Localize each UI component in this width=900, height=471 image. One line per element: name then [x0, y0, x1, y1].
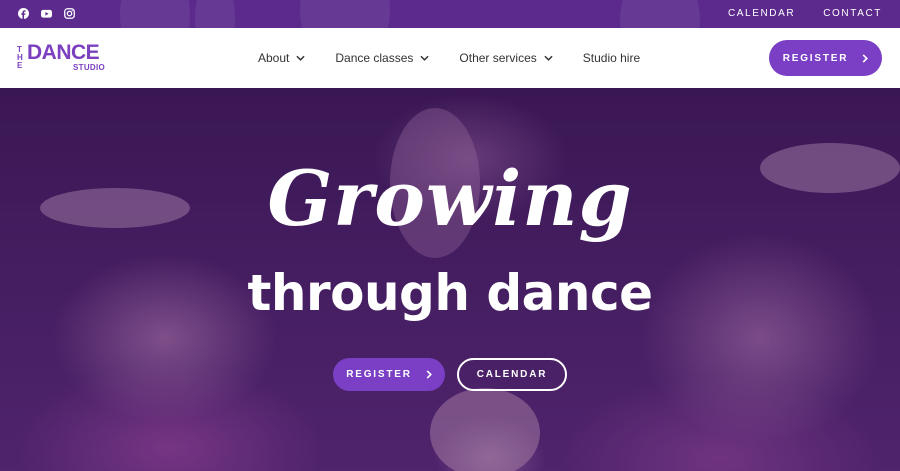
logo-the: THE [17, 45, 23, 70]
top-link-calendar[interactable]: CALENDAR [728, 8, 795, 19]
top-utility-bar: CALENDAR CONTACT [0, 0, 900, 28]
chevron-right-icon [426, 370, 432, 379]
nav-item-label: Studio hire [582, 51, 641, 65]
logo-studio: STUDIO [73, 63, 106, 72]
decorative-swoosh [120, 0, 190, 28]
dance-studio-logo[interactable]: THE DANCE STUDIO [17, 42, 109, 74]
main-navbar: THE DANCE STUDIO About Dance classes Oth… [0, 28, 900, 88]
facebook-icon[interactable] [18, 8, 29, 19]
social-links [18, 8, 75, 19]
hero-calendar-label: CALENDAR [476, 369, 548, 380]
register-button-label: REGISTER [782, 52, 849, 64]
chevron-down-icon [420, 55, 430, 61]
youtube-icon[interactable] [41, 8, 52, 19]
nav-item-dance-classes[interactable]: Dance classes [335, 51, 430, 65]
chevron-right-icon [862, 53, 869, 63]
nav-item-label: Dance classes [335, 51, 414, 65]
nav-item-label: About [258, 51, 290, 65]
hero-bold-title: through dance [247, 264, 653, 322]
decorative-swoosh [300, 0, 390, 28]
logo-dance: DANCE [27, 41, 100, 64]
main-menu: About Dance classes Other services Studi… [258, 51, 670, 65]
decorative-swoosh [195, 0, 235, 28]
hero-banner: Growing through dance REGISTER CALENDAR [0, 88, 900, 471]
hero-register-label: REGISTER [346, 369, 412, 380]
nav-item-about[interactable]: About [258, 51, 305, 65]
decorative-swoosh [620, 0, 700, 28]
instagram-icon[interactable] [64, 8, 75, 19]
register-button[interactable]: REGISTER [769, 40, 882, 76]
top-link-contact[interactable]: CONTACT [823, 8, 882, 19]
chevron-down-icon [544, 55, 553, 61]
top-links: CALENDAR CONTACT [728, 8, 882, 19]
hero-calendar-button[interactable]: CALENDAR [457, 358, 567, 391]
nav-item-label: Other services [459, 51, 537, 65]
nav-item-studio-hire[interactable]: Studio hire [583, 51, 640, 65]
hero-register-button[interactable]: REGISTER [333, 358, 445, 391]
hero-script-title: Growing [267, 154, 633, 243]
chevron-down-icon [296, 55, 305, 61]
nav-item-other-services[interactable]: Other services [459, 51, 553, 65]
